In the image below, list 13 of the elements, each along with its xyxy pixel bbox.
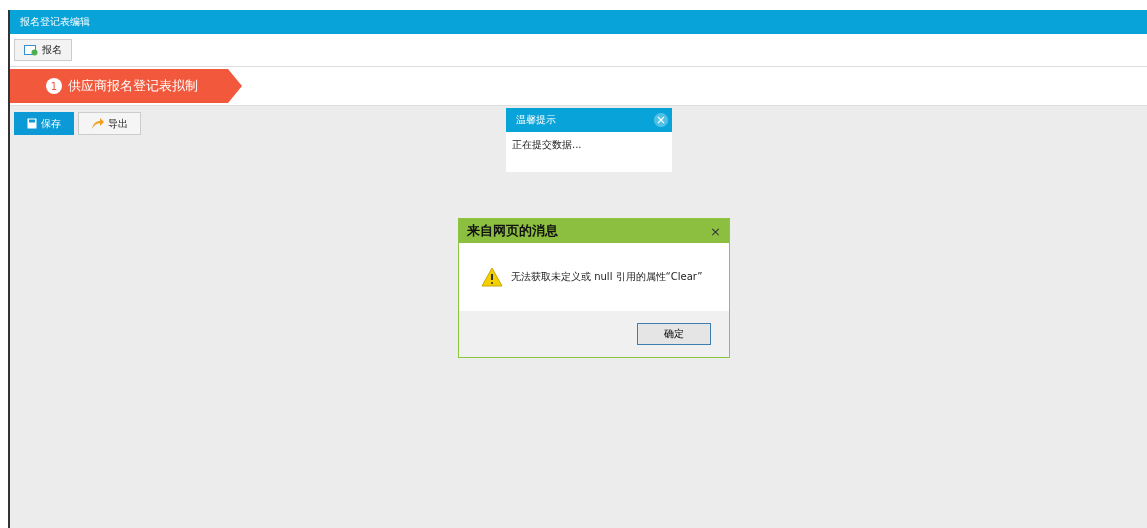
popup-message: 正在提交数据... [511,138,583,152]
ok-button[interactable]: 确定 [637,323,711,345]
dialog-message: 无法获取未定义或 null 引用的属性“Clear” [511,270,703,284]
window-plus-icon [24,44,38,56]
popup-title: 温馨提示 [516,113,556,127]
dialog-title: 来自网页的消息 [467,222,558,240]
window-title: 报名登记表编辑 [20,15,90,29]
close-icon[interactable] [654,113,668,127]
arrow-icon [91,117,104,130]
export-button[interactable]: 导出 [78,112,141,135]
signup-button[interactable]: 报名 [14,39,72,61]
close-button[interactable]: × [710,223,721,239]
warning-icon [481,267,503,287]
